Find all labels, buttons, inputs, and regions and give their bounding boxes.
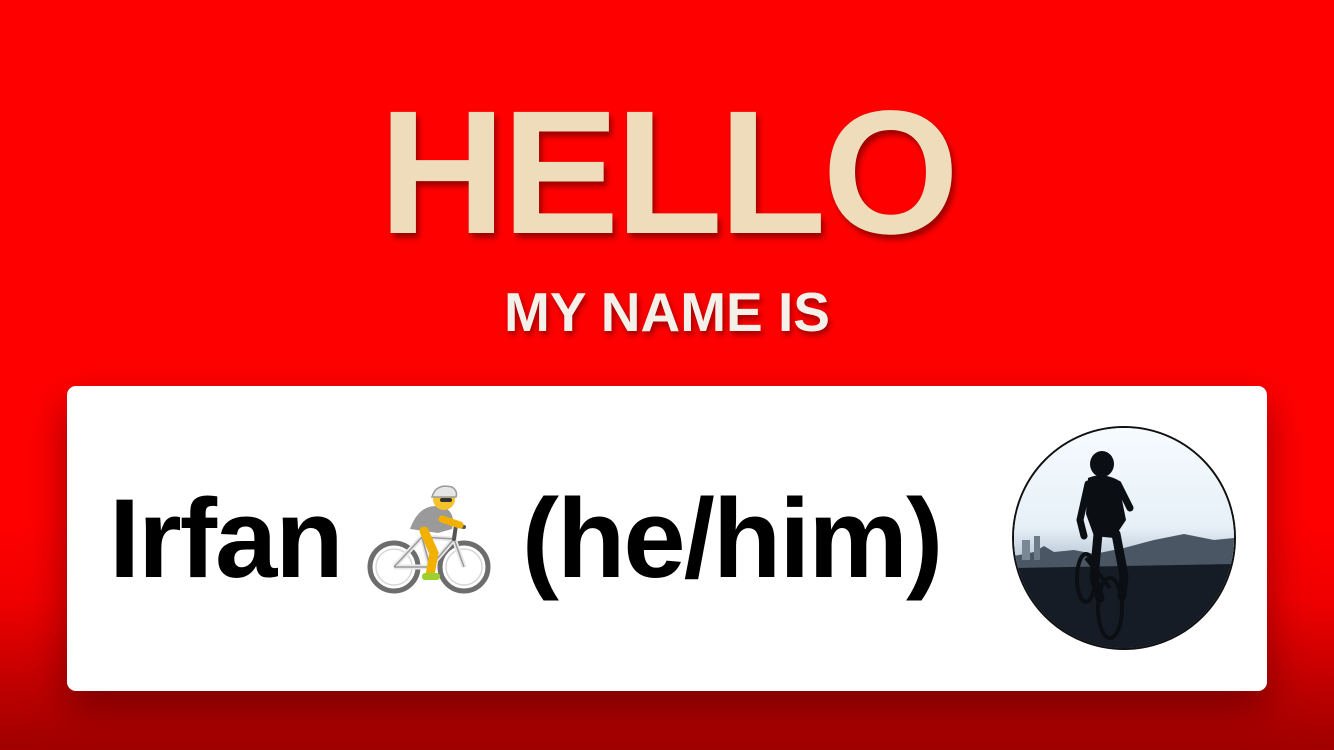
name-badge: HELLO MY NAME IS Irfan (he/him) — [0, 0, 1334, 750]
my-name-is-subtitle: MY NAME IS — [504, 281, 830, 343]
hello-heading: HELLO — [378, 75, 959, 271]
name-line: Irfan (he/him) — [109, 454, 944, 624]
name-text: Irfan — [109, 476, 344, 601]
name-card: Irfan (he/him) — [67, 386, 1267, 691]
pronouns-text: (he/him) — [521, 476, 944, 601]
cyclist-emoji-icon — [364, 479, 494, 599]
cyclist-photo-avatar — [1012, 426, 1236, 650]
